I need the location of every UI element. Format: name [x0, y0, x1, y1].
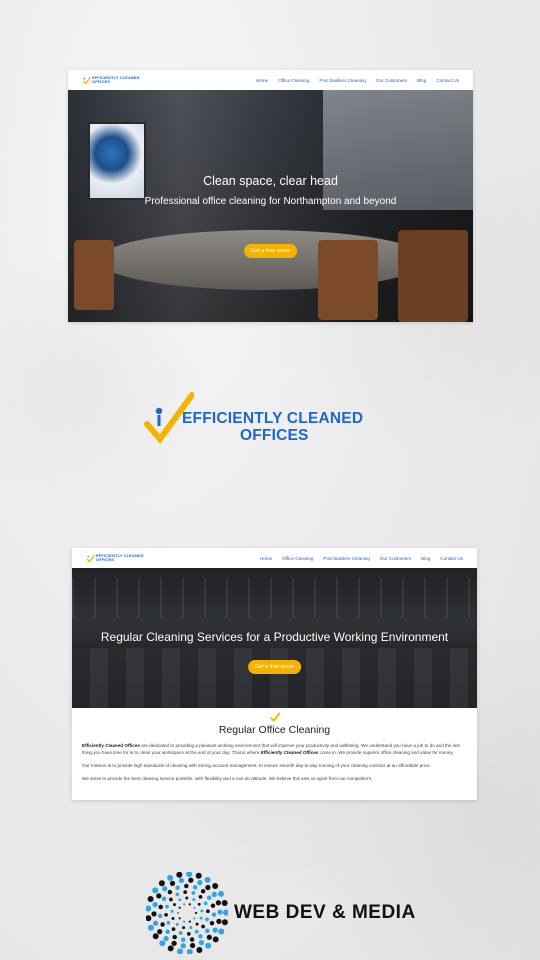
- paragraph-mission: Our mission is to provide high standards…: [82, 763, 431, 768]
- nav-logo[interactable]: EFFICIENTLY CLEANED OFFICES: [82, 76, 140, 85]
- hero-open-office: Regular Cleaning Services for a Producti…: [72, 568, 477, 708]
- nav-post-builders-cleaning[interactable]: Post Builders Cleaning: [319, 78, 365, 83]
- check-icon: [82, 76, 91, 85]
- navbar: EFFICIENTLY CLEANED OFFICES Home Office …: [72, 548, 477, 568]
- company-name: Efficiently Cleaned Offices: [82, 743, 140, 748]
- agency-logo: WEB DEV & MEDIA: [146, 872, 415, 954]
- check-icon: [269, 712, 281, 722]
- nav-office-cleaning[interactable]: Office Cleaning: [278, 78, 309, 83]
- check-icon: [86, 554, 95, 563]
- hero-meeting-room: Clean space, clear head Professional off…: [68, 90, 473, 322]
- nav-post-builders-cleaning[interactable]: Post Builders Cleaning: [323, 556, 369, 561]
- hero-headline: Regular Cleaning Services for a Producti…: [100, 630, 449, 644]
- chair: [74, 240, 114, 310]
- agency-name: WEB DEV & MEDIA: [234, 902, 416, 923]
- logo-line2: OFFICES: [96, 557, 115, 562]
- brand-name-line2: OFFICES: [240, 427, 309, 444]
- wall-artwork: [88, 122, 146, 200]
- hero-subheadline: Professional office cleaning for Northam…: [144, 196, 397, 207]
- navbar: EFFICIENTLY CLEANED OFFICES Home Office …: [68, 70, 473, 90]
- nav-logo[interactable]: EFFICIENTLY CLEANED OFFICES: [86, 554, 144, 563]
- nav-contact-us[interactable]: Contact Us: [440, 556, 463, 561]
- nav-links: Home Office Cleaning Post Builders Clean…: [260, 556, 463, 561]
- ceiling-lights: [72, 578, 477, 618]
- website-mockup-home: EFFICIENTLY CLEANED OFFICES Home Office …: [68, 70, 473, 322]
- section-title: Regular Office Cleaning: [218, 724, 331, 736]
- paragraph-text: come in. We provide superior office clea…: [318, 750, 454, 755]
- nav-home[interactable]: Home: [260, 556, 272, 561]
- company-name: Efficiently Cleaned Offices: [260, 750, 319, 755]
- conference-table: [98, 230, 428, 290]
- nav-contact-us[interactable]: Contact Us: [436, 78, 459, 83]
- nav-office-cleaning[interactable]: Office Cleaning: [282, 556, 313, 561]
- nav-blog[interactable]: Blog: [421, 556, 430, 561]
- paragraph-intro: Efficiently Cleaned Offices are dedicate…: [82, 742, 467, 756]
- spiral-dots-icon: [146, 872, 228, 954]
- content-section: Regular Office Cleaning Efficiently Clea…: [72, 711, 477, 782]
- brand-name-line1: EFFICIENTLY CLEANED: [182, 410, 364, 427]
- paragraph-strive: We strive to provide the best cleaning s…: [82, 776, 373, 781]
- chair: [398, 230, 468, 322]
- desk-rows: [72, 648, 477, 708]
- chair: [318, 240, 378, 320]
- glass-wall: [323, 90, 473, 210]
- get-quote-button[interactable]: Get a free quote: [247, 660, 302, 674]
- nav-home[interactable]: Home: [256, 78, 268, 83]
- brand-logo: EFFICIENTLY CLEANED OFFICES: [144, 392, 376, 448]
- nav-our-customers[interactable]: Our Customers: [380, 556, 411, 561]
- website-mockup-office-cleaning: EFFICIENTLY CLEANED OFFICES Home Office …: [72, 548, 477, 800]
- logo-line2: OFFICES: [92, 79, 111, 84]
- nav-our-customers[interactable]: Our Customers: [376, 78, 407, 83]
- nav-blog[interactable]: Blog: [417, 78, 426, 83]
- nav-links: Home Office Cleaning Post Builders Clean…: [256, 78, 459, 83]
- hero-headline: Clean space, clear head: [203, 174, 338, 188]
- get-quote-button[interactable]: Get a free quote: [243, 244, 298, 258]
